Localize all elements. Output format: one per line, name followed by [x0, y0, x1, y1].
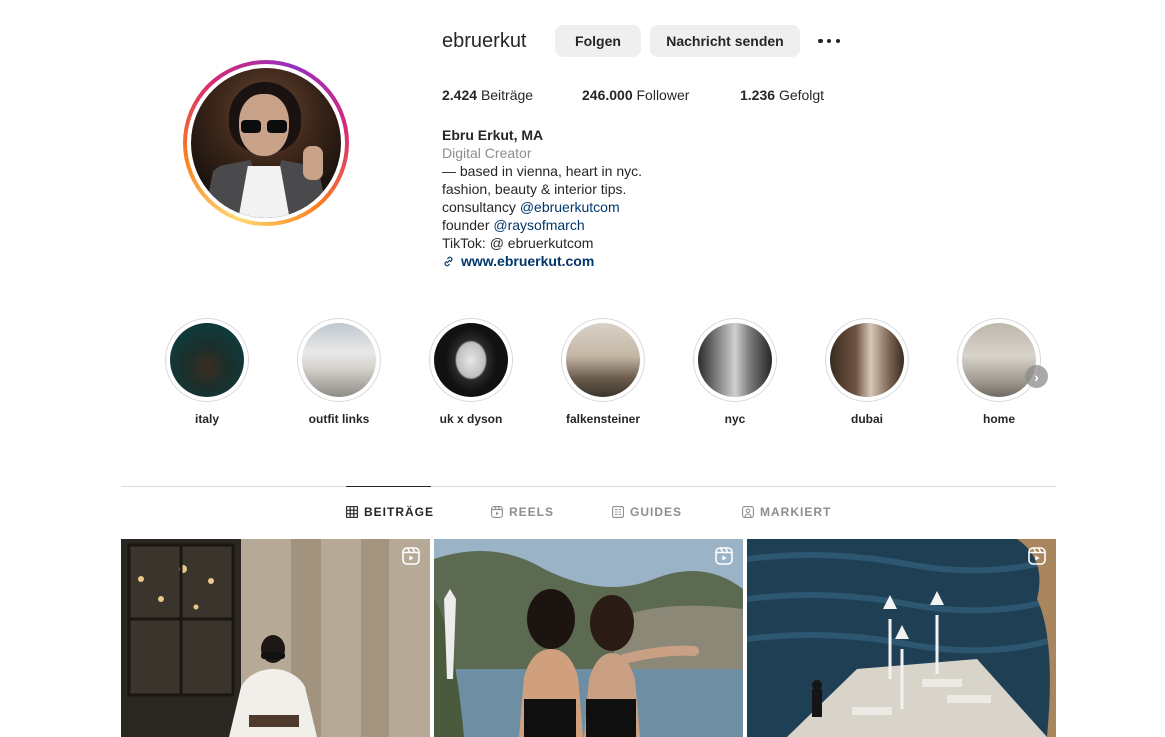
more-options-icon[interactable]: [818, 37, 840, 45]
reels-icon: [491, 506, 503, 518]
highlight-falkensteiner[interactable]: falkensteiner: [561, 318, 645, 426]
highlight-label: home: [982, 412, 1015, 426]
bio-founder: founder @raysofmarch: [442, 217, 585, 233]
guides-icon: [612, 506, 624, 518]
post-image: [434, 539, 743, 737]
tabs-divider: [121, 486, 1056, 487]
post-image: [747, 539, 1056, 737]
bio-consultancy: consultancy @ebruerkutcom: [442, 199, 620, 215]
reel-icon: [1028, 547, 1046, 565]
post-thumbnail[interactable]: [121, 539, 430, 737]
category-label: Digital Creator: [442, 145, 532, 161]
post-thumbnail[interactable]: [747, 539, 1056, 737]
highlight-italy[interactable]: italy: [165, 318, 249, 426]
highlight-outfit-links[interactable]: outfit links: [297, 318, 381, 426]
highlight-cover: [962, 323, 1036, 397]
message-button[interactable]: Nachricht senden: [650, 25, 800, 57]
tab-tagged[interactable]: MARKIERT: [742, 505, 831, 519]
highlight-cover: [566, 323, 640, 397]
post-image: [121, 539, 430, 737]
tab-posts[interactable]: BEITRÄGE: [346, 505, 434, 519]
reel-icon: [715, 547, 733, 565]
active-tab-indicator: [346, 486, 431, 487]
follow-button[interactable]: Folgen: [555, 25, 641, 57]
highlight-cover: [434, 323, 508, 397]
avatar-image: [191, 68, 341, 218]
highlight-label: nyc: [724, 412, 746, 426]
tagged-icon: [742, 506, 754, 518]
bio-tiktok: TikTok: @ ebruerkutcom: [442, 235, 594, 251]
profile-username: ebruerkut: [442, 30, 527, 52]
highlight-label: italy: [194, 412, 219, 426]
highlight-cover: [302, 323, 376, 397]
link-icon: [444, 256, 453, 266]
highlight-label: outfit links: [308, 412, 370, 426]
bio-line: — based in vienna, heart in nyc.: [442, 163, 643, 179]
full-name: Ebru Erkut, MA: [442, 127, 544, 143]
highlight-cover: [830, 323, 904, 397]
posts-count: 2.424 Beiträge: [442, 87, 534, 103]
highlight-label: dubai: [851, 412, 883, 426]
highlights-next-arrow-icon[interactable]: ›: [1025, 365, 1048, 388]
profile-avatar[interactable]: [183, 60, 349, 226]
website-link[interactable]: www.ebruerkut.com: [442, 252, 642, 270]
bio-line: fashion, beauty & interior tips.: [442, 181, 627, 197]
highlight-label: falkensteiner: [565, 412, 641, 426]
highlight-dubai[interactable]: dubai: [825, 318, 909, 426]
highlight-cover: [170, 323, 244, 397]
highlight-cover: [698, 323, 772, 397]
highlight-label: uk x dyson: [439, 412, 503, 426]
reel-icon: [402, 547, 420, 565]
followers-link[interactable]: 246.000 Follower: [582, 87, 689, 103]
grid-icon: [346, 506, 358, 518]
highlight-nyc[interactable]: nyc: [693, 318, 777, 426]
consultancy-mention-link[interactable]: @ebruerkutcom: [520, 199, 620, 215]
highlight-uk-x-dyson[interactable]: uk x dyson: [429, 318, 513, 426]
post-thumbnail[interactable]: [434, 539, 743, 737]
following-link[interactable]: 1.236 Gefolgt: [740, 87, 824, 103]
founder-mention-link[interactable]: @raysofmarch: [493, 217, 584, 233]
tab-guides[interactable]: GUIDES: [612, 505, 682, 519]
tab-reels[interactable]: REELS: [491, 505, 554, 519]
profile-bio: Ebru Erkut, MA Digital Creator — based i…: [442, 126, 642, 270]
